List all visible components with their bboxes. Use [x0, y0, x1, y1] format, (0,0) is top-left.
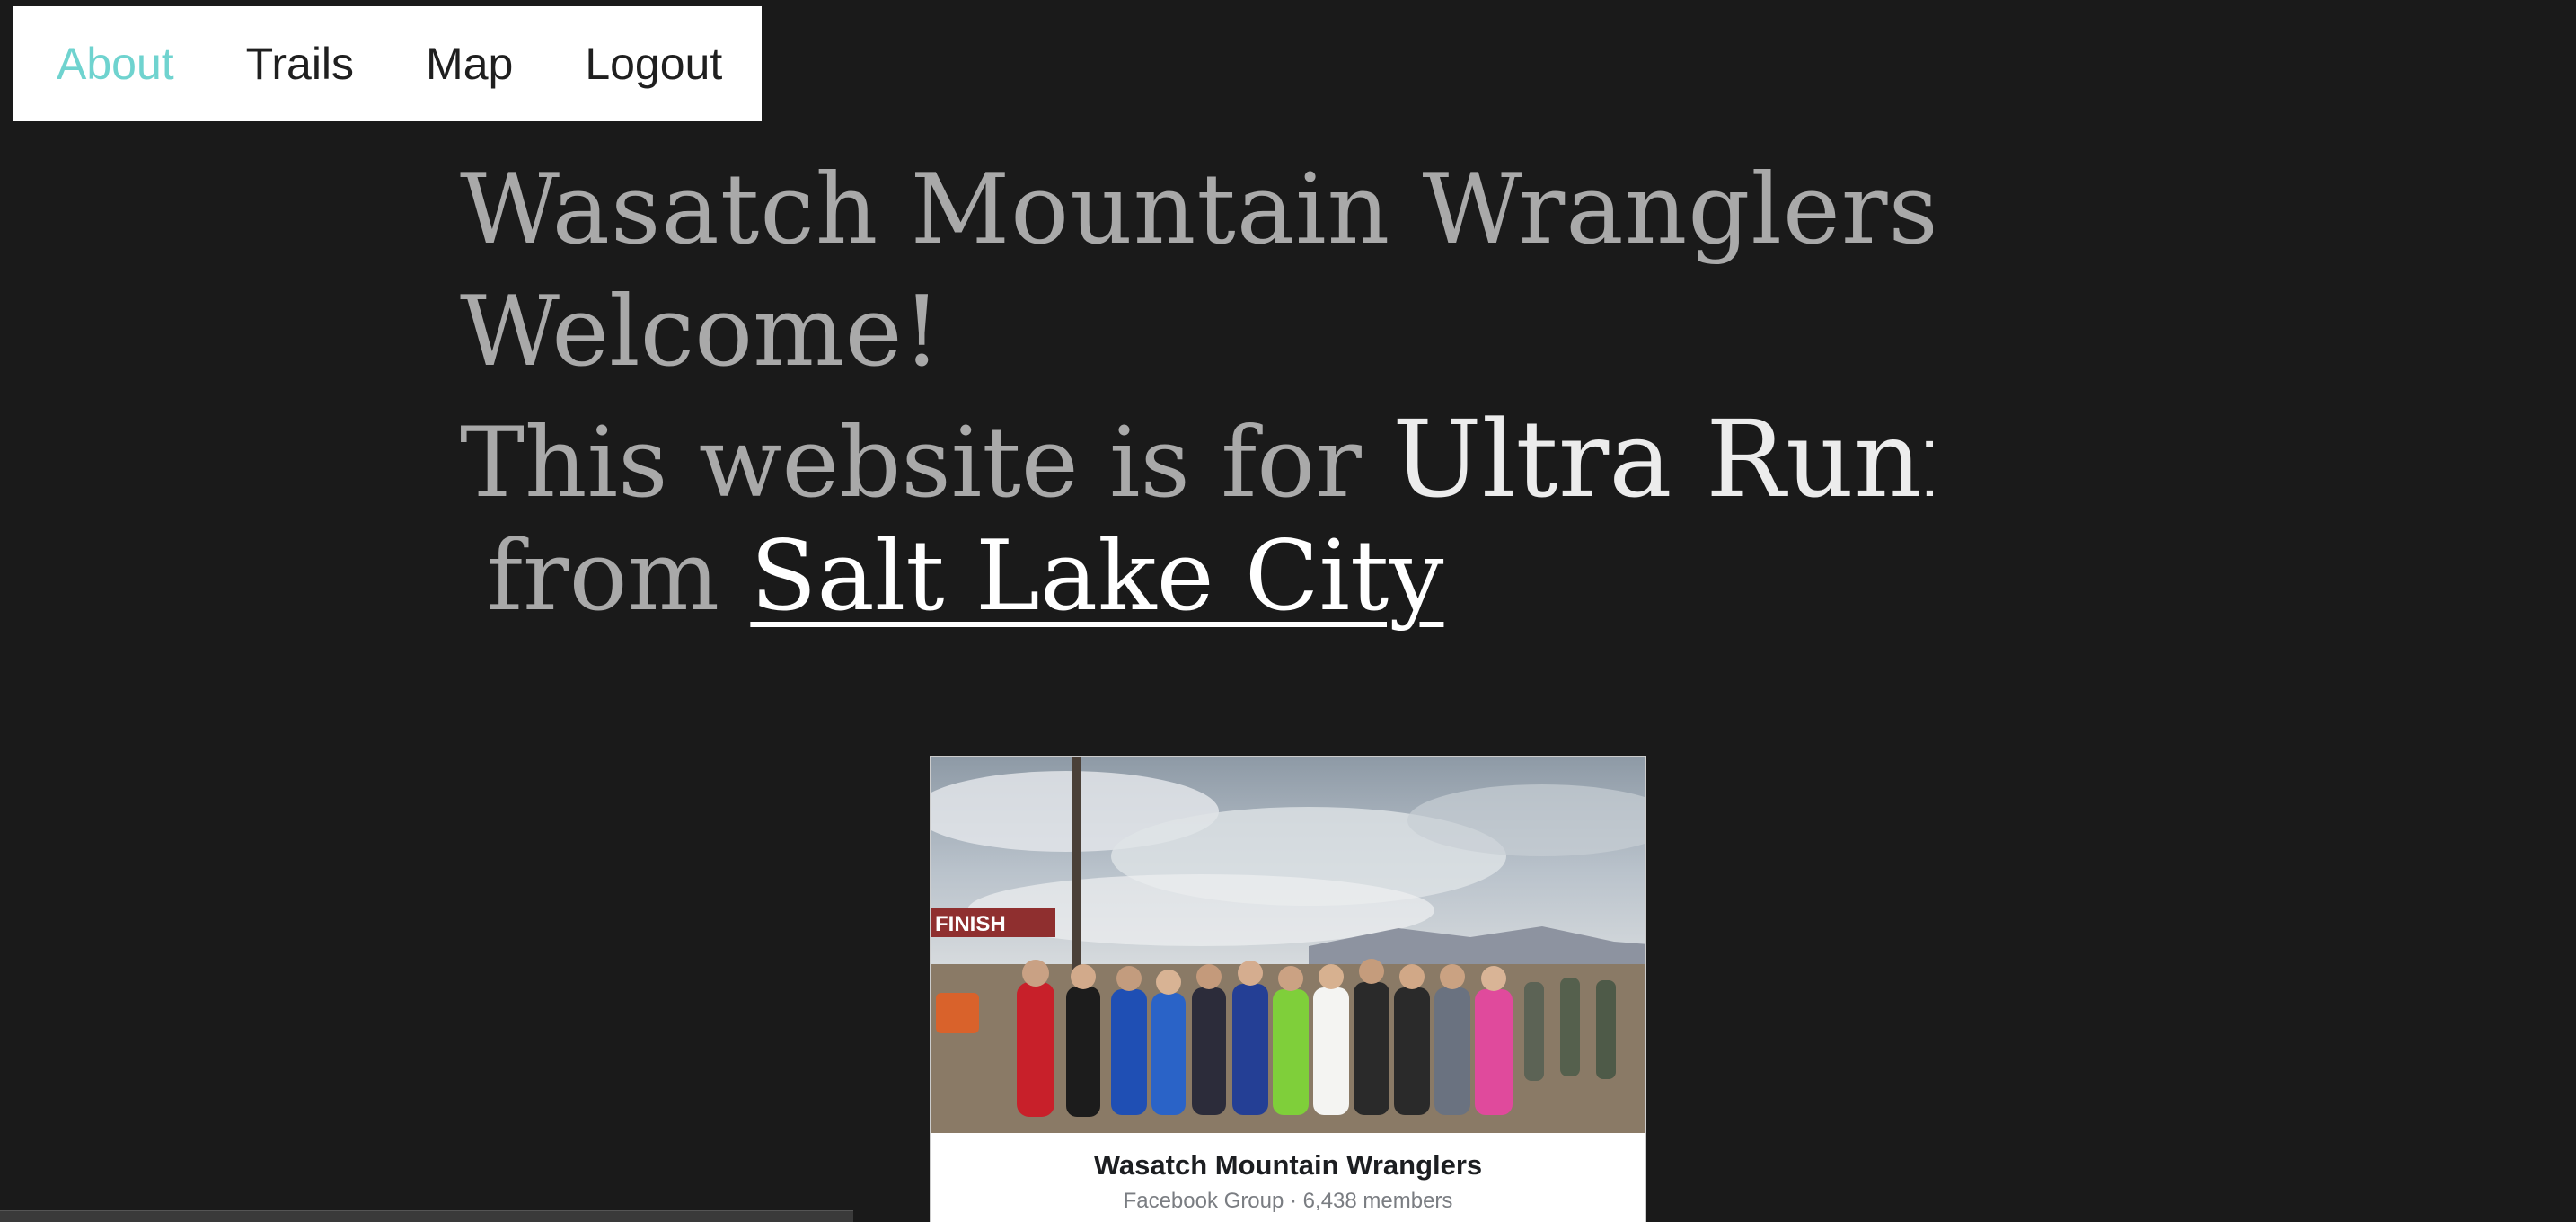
location-line: from Salt Lake City [487, 528, 1443, 625]
welcome-heading: Welcome! [460, 276, 941, 388]
group-info: Wasatch Mountain Wranglers Facebook Grou… [931, 1133, 1645, 1214]
hero-section: Wasatch Mountain Wranglers Welcome! This… [460, 151, 1933, 654]
intro-line: This website is for Ultra Runners [460, 406, 1933, 512]
nav-item-logout[interactable]: Logout [585, 38, 722, 90]
audience-highlight: Ultra Runners [1392, 397, 1933, 521]
facebook-group-card[interactable]: FINISH Wasatch Mountain Wranglers Facebo… [930, 756, 1646, 1222]
group-cover-photo: FINISH [931, 757, 1645, 1133]
intro-prefix: This website is for [460, 407, 1362, 519]
finish-sign-text: FINISH [935, 912, 1006, 936]
top-nav: About Trails Map Logout [13, 6, 762, 121]
from-prefix: from [487, 520, 720, 633]
status-bar [0, 1210, 853, 1222]
nav-item-trails[interactable]: Trails [246, 38, 354, 90]
group-name[interactable]: Wasatch Mountain Wranglers [931, 1149, 1645, 1182]
nav-item-about[interactable]: About [57, 38, 174, 90]
group-photo-illustration: FINISH [931, 757, 1645, 1133]
group-meta: Facebook Group · 6,438 members [1123, 1189, 1453, 1213]
site-title: Wasatch Mountain Wranglers [460, 154, 1933, 266]
city-link[interactable]: Salt Lake City [750, 520, 1443, 633]
nav-item-map[interactable]: Map [426, 38, 513, 90]
